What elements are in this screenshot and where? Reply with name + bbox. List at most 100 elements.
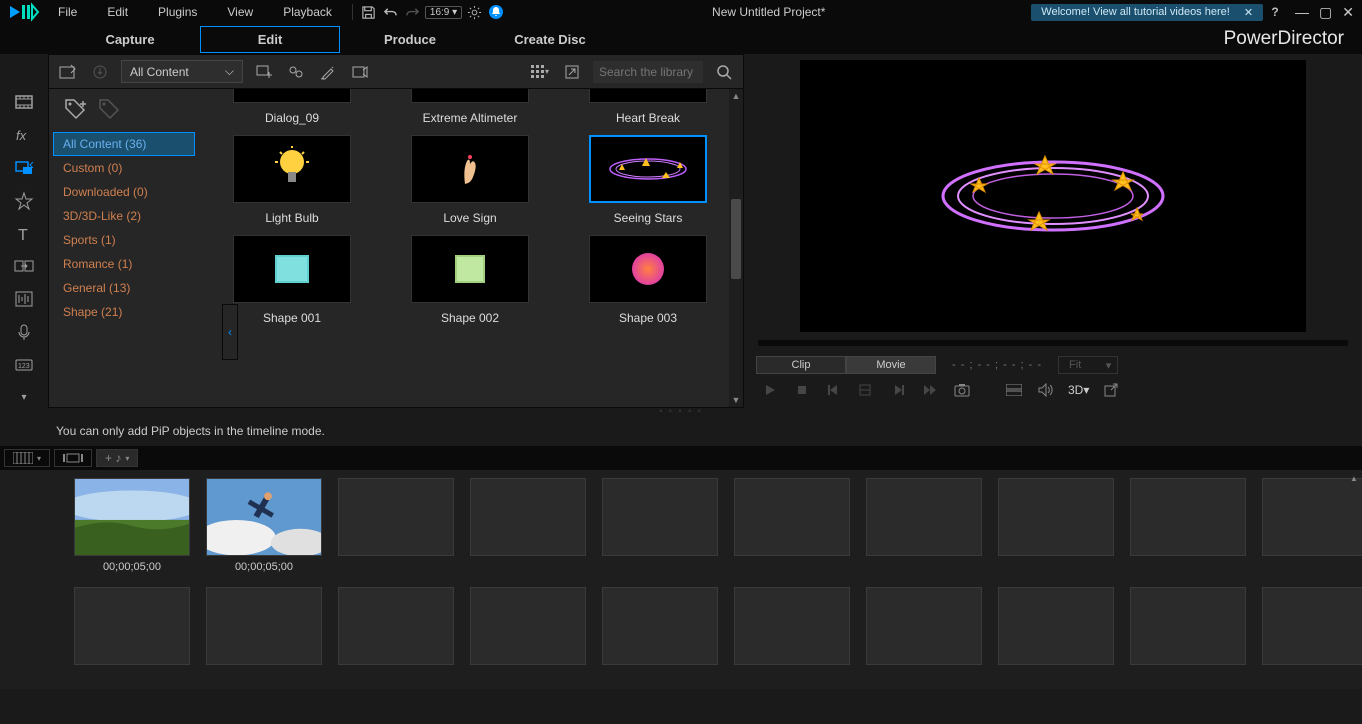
tag-sports[interactable]: Sports (1)	[53, 228, 195, 252]
search-input[interactable]	[593, 61, 703, 83]
storyboard-slot-empty[interactable]	[998, 587, 1114, 665]
menu-view[interactable]: View	[213, 2, 267, 22]
next-frame-icon[interactable]	[888, 381, 908, 399]
title-room-icon[interactable]: T	[11, 223, 37, 244]
search-icon[interactable]	[713, 61, 735, 83]
tag-3d[interactable]: 3D/3D-Like (2)	[53, 204, 195, 228]
scroll-down-icon[interactable]: ▼	[729, 393, 743, 407]
mode-produce[interactable]: Produce	[340, 26, 480, 53]
tag-romance[interactable]: Romance (1)	[53, 252, 195, 276]
new-pip-icon[interactable]	[253, 61, 275, 83]
thumb-extreme-altimeter[interactable]: Extreme Altimeter	[395, 89, 545, 135]
storyboard-slot-empty[interactable]	[470, 587, 586, 665]
storyboard-slot-empty[interactable]	[866, 478, 982, 556]
close-button[interactable]: ✕	[1342, 4, 1354, 21]
step-back-icon[interactable]	[856, 381, 876, 399]
voiceover-room-icon[interactable]	[11, 322, 37, 343]
storyboard-slot-empty[interactable]	[734, 478, 850, 556]
content-filter-dropdown[interactable]: All Content ⌵	[121, 60, 243, 83]
storyboard-slot-empty[interactable]	[338, 478, 454, 556]
menu-plugins[interactable]: Plugins	[144, 2, 211, 22]
storyboard-slot-empty[interactable]	[602, 587, 718, 665]
tag-icon[interactable]	[97, 97, 123, 124]
splitter-handle[interactable]: • • • • •	[0, 408, 1362, 416]
menu-edit[interactable]: Edit	[93, 2, 142, 22]
minimize-button[interactable]: —	[1295, 4, 1309, 21]
tag-downloaded[interactable]: Downloaded (0)	[53, 180, 195, 204]
tag-all-content[interactable]: All Content (36)	[53, 132, 195, 156]
storyboard-view-icon[interactable]	[54, 449, 92, 467]
aspect-ratio-selector[interactable]: 16:9 ▾	[425, 6, 462, 19]
preview-seek-slider[interactable]	[758, 340, 1348, 346]
help-icon[interactable]: ?	[1265, 2, 1285, 22]
zoom-fit-dropdown[interactable]: Fit▾	[1058, 356, 1118, 374]
import-icon[interactable]	[57, 61, 79, 83]
welcome-banner[interactable]: Welcome! View all tutorial videos here! …	[1031, 4, 1263, 21]
thumb-love-sign[interactable]: Love Sign	[395, 135, 545, 235]
chapter-room-icon[interactable]: 123	[11, 354, 37, 375]
fast-forward-icon[interactable]	[920, 381, 940, 399]
thumb-shape-003[interactable]: Shape 003	[573, 235, 723, 335]
mode-edit[interactable]: Edit	[200, 26, 340, 53]
movie-mode-button[interactable]: Movie	[846, 356, 936, 374]
menu-file[interactable]: File	[44, 2, 91, 22]
expand-icon[interactable]	[561, 61, 583, 83]
storyboard-slot-empty[interactable]	[602, 478, 718, 556]
audio-room-icon[interactable]	[11, 289, 37, 310]
fx-room-icon[interactable]: fx	[11, 125, 37, 146]
edit-pen-icon[interactable]	[317, 61, 339, 83]
scroll-up-icon[interactable]: ▲	[1348, 474, 1360, 486]
snapshot-icon[interactable]	[952, 381, 972, 399]
clip-mode-button[interactable]: Clip	[756, 356, 846, 374]
particle-room-icon[interactable]	[11, 190, 37, 211]
play-icon[interactable]	[760, 381, 780, 399]
thumb-shape-001[interactable]: Shape 001	[217, 235, 367, 335]
thumb-heart-break[interactable]: Heart Break	[573, 89, 723, 135]
notification-bell-icon[interactable]	[486, 2, 506, 22]
storyboard-slot-empty[interactable]	[338, 587, 454, 665]
storyboard-slot-empty[interactable]	[1130, 587, 1246, 665]
tag-shape[interactable]: Shape (21)	[53, 300, 195, 324]
grid-view-icon[interactable]: ▾	[529, 61, 551, 83]
library-scrollbar[interactable]: ▲ ▼	[729, 89, 743, 407]
more-rooms-icon[interactable]: ▾	[11, 387, 37, 408]
transition-room-icon[interactable]	[11, 256, 37, 277]
prev-frame-icon[interactable]	[824, 381, 844, 399]
tag-custom[interactable]: Custom (0)	[53, 156, 195, 180]
thumb-light-bulb[interactable]: Light Bulb	[217, 135, 367, 235]
redo-icon[interactable]	[403, 2, 423, 22]
settings-icon[interactable]	[464, 2, 484, 22]
thumb-shape-002[interactable]: Shape 002	[395, 235, 545, 335]
storyboard-slot-empty[interactable]	[1262, 478, 1362, 556]
3d-toggle[interactable]: 3D ▾	[1068, 381, 1089, 399]
stop-icon[interactable]	[792, 381, 812, 399]
storyboard-slot-2[interactable]	[206, 478, 322, 556]
tag-general[interactable]: General (13)	[53, 276, 195, 300]
storyboard-slot-empty[interactable]	[1130, 478, 1246, 556]
media-room-icon[interactable]	[11, 92, 37, 113]
collapse-handle[interactable]: ‹	[222, 304, 238, 360]
storyboard-slot-empty[interactable]	[998, 478, 1114, 556]
menu-playback[interactable]: Playback	[269, 2, 346, 22]
modify-icon[interactable]	[285, 61, 307, 83]
popout-icon[interactable]	[1101, 381, 1121, 399]
tag-add-icon[interactable]	[63, 97, 89, 124]
storyboard-slot-empty[interactable]	[74, 587, 190, 665]
storyboard-slot-empty[interactable]	[470, 478, 586, 556]
mode-create-disc[interactable]: Create Disc	[480, 26, 620, 53]
download-icon[interactable]	[89, 61, 111, 83]
thumb-seeing-stars[interactable]: Seeing Stars	[573, 135, 723, 235]
add-track-icon[interactable]: + ♪ ▾	[96, 449, 138, 467]
scroll-up-icon[interactable]: ▲	[729, 89, 743, 103]
volume-icon[interactable]	[1036, 381, 1056, 399]
save-icon[interactable]	[359, 2, 379, 22]
undo-icon[interactable]	[381, 2, 401, 22]
maximize-button[interactable]: ▢	[1319, 4, 1332, 21]
close-icon[interactable]: ✕	[1244, 6, 1253, 19]
pip-room-icon[interactable]	[11, 158, 37, 179]
storyboard-slot-empty[interactable]	[1262, 587, 1362, 665]
timeline-scrollbar[interactable]: ▲	[1348, 474, 1360, 685]
storyboard-slot-empty[interactable]	[206, 587, 322, 665]
mode-capture[interactable]: Capture	[60, 26, 200, 53]
storyboard-slot-empty[interactable]	[734, 587, 850, 665]
